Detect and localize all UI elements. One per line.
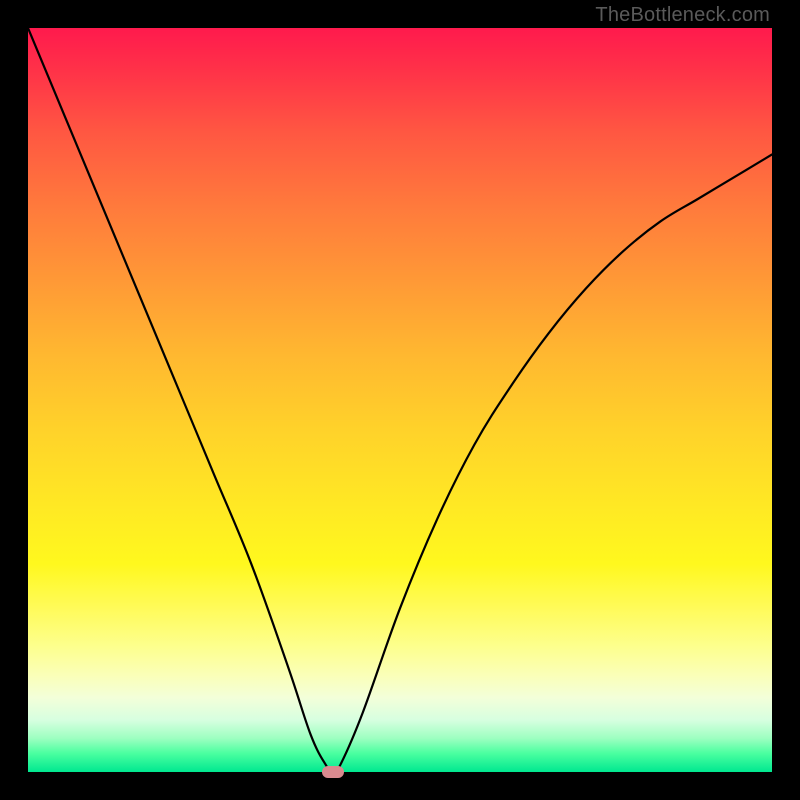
watermark-text: TheBottleneck.com [595,4,770,27]
chart-frame: TheBottleneck.com [0,0,800,800]
optimal-marker [322,766,344,778]
bottleneck-curve [28,28,772,772]
curve-path [28,28,772,772]
plot-area [28,28,772,772]
